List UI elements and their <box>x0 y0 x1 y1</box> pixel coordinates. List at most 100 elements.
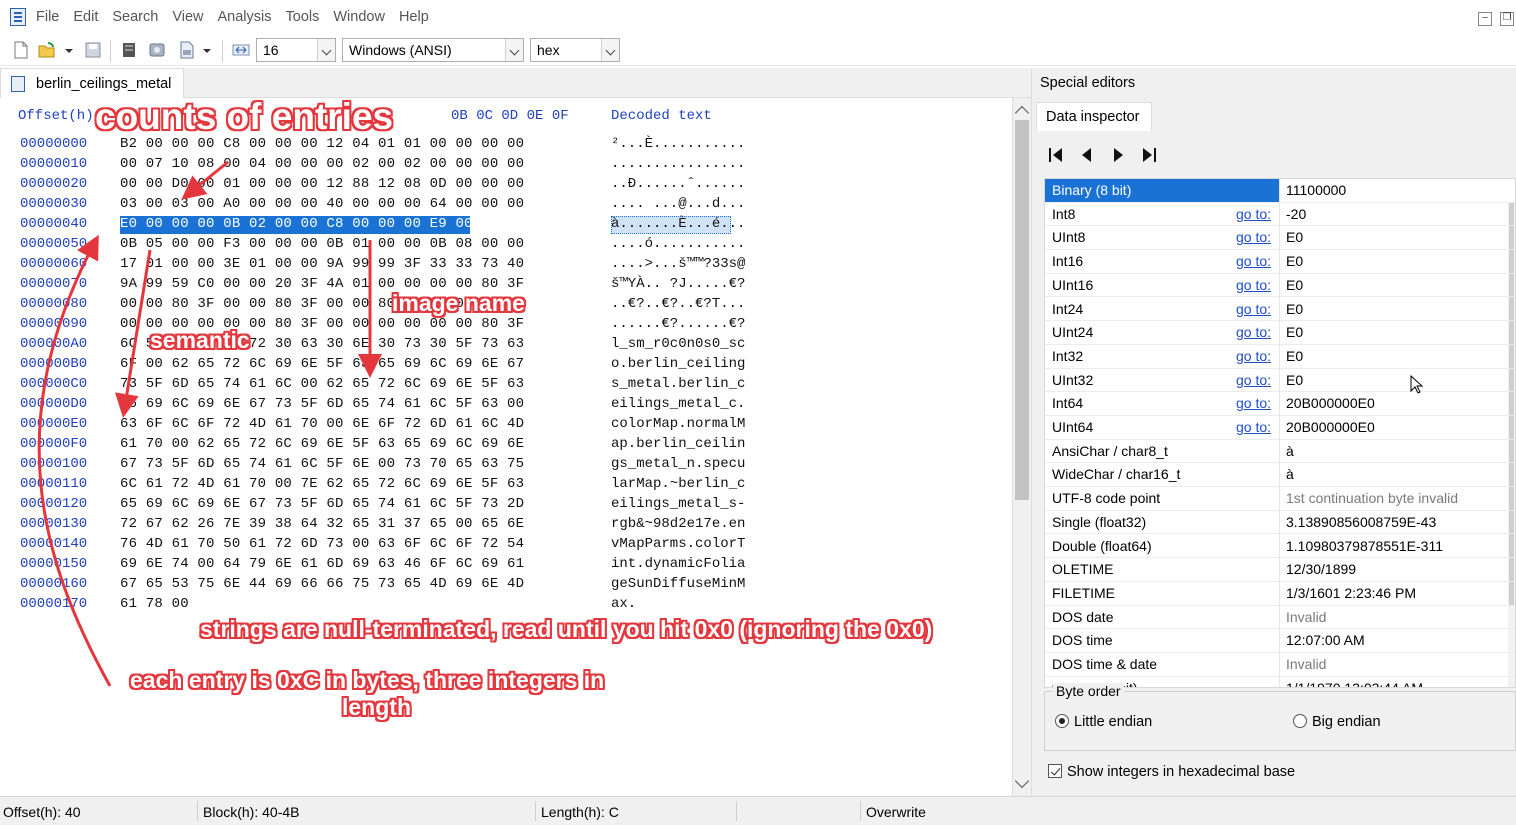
goto-link[interactable]: go to: <box>1236 301 1271 317</box>
row-decoded-text[interactable]: .... ...@...d... <box>611 196 745 212</box>
inspector-row[interactable]: UInt64 go to: 20B000000E0 <box>1045 416 1515 440</box>
open-dropdown-icon[interactable] <box>64 41 74 59</box>
row-decoded-text[interactable]: ²...È........... <box>611 136 745 152</box>
inspector-value[interactable]: à <box>1286 466 1294 482</box>
menu-item[interactable]: Help <box>399 9 429 25</box>
inspector-value[interactable]: -20 <box>1286 206 1306 222</box>
row-decoded-text[interactable]: o.berlin_ceiling <box>611 356 745 372</box>
inspector-row[interactable]: UInt16 go to: E0 <box>1045 273 1515 298</box>
goto-link[interactable]: go to: <box>1236 419 1271 435</box>
menu-item[interactable]: Window <box>333 9 385 25</box>
row-decoded-text[interactable]: colorMap.normalM <box>611 416 745 432</box>
tools-dropdown-icon[interactable] <box>202 41 212 59</box>
row-bytes[interactable]: 69 6E 74 00 64 79 6E 61 6D 69 63 46 6F 6… <box>120 556 524 572</box>
scroll-up-icon[interactable] <box>1014 105 1030 121</box>
inspector-row[interactable]: UInt32 go to: E0 <box>1045 368 1515 393</box>
inspector-value[interactable]: 12/30/1899 <box>1286 561 1356 577</box>
row-bytes[interactable]: 17 01 00 00 3E 01 00 00 9A 99 99 3F 33 3… <box>120 256 524 272</box>
row-decoded-text[interactable]: geSunDiffuseMinM <box>611 576 745 592</box>
little-endian-radio[interactable]: Little endian <box>1055 714 1152 730</box>
previous-icon[interactable] <box>1079 146 1095 164</box>
row-decoded-text[interactable]: eilings_metal_c. <box>611 396 745 412</box>
row-decoded-text[interactable]: ..€?..€?..€?T... <box>611 296 745 312</box>
ram-icon[interactable] <box>120 41 138 59</box>
menu-item[interactable]: Tools <box>286 9 320 25</box>
hex-scrollbar[interactable] <box>1012 98 1031 796</box>
row-bytes[interactable]: 63 6F 6C 6F 72 4D 61 70 00 6E 6F 72 6D 6… <box>120 416 524 432</box>
row-bytes[interactable]: B2 00 00 00 C8 00 00 00 12 04 01 01 00 0… <box>120 136 524 152</box>
data-inspector-grid[interactable]: Binary (8 bit) 11100000 Int8 go to: -20 UInt8… <box>1044 178 1516 688</box>
charset-select[interactable]: Windows (ANSI) <box>342 38 524 62</box>
row-bytes[interactable]: 61 78 00 <box>120 596 189 612</box>
inspector-row[interactable]: DOS date Invalid <box>1045 605 1515 630</box>
last-byte-icon[interactable] <box>1141 146 1157 164</box>
inspector-row[interactable]: FILETIME 1/3/1601 2:23:46 PM <box>1045 581 1515 606</box>
inspector-row[interactable]: Int8 go to: -20 <box>1045 202 1515 227</box>
inspector-row[interactable]: UInt8 go to: E0 <box>1045 226 1515 251</box>
inspector-value[interactable]: E0 <box>1286 372 1303 388</box>
inspector-row[interactable]: OLETIME 12/30/1899 <box>1045 558 1515 583</box>
inspector-row[interactable]: Single (float32) 3.13890856008759E-43 <box>1045 510 1515 535</box>
row-bytes[interactable]: 76 4D 61 70 50 61 72 6D 73 00 63 6F 6C 6… <box>120 536 524 552</box>
new-file-icon[interactable] <box>12 41 30 59</box>
inspector-value[interactable]: 1/1/1970 12:03:44 AM <box>1286 680 1423 687</box>
menu-item[interactable]: File <box>36 9 59 25</box>
inspector-row[interactable]: WideChar / char16_t à <box>1045 463 1515 488</box>
open-folder-icon[interactable] <box>38 41 56 59</box>
inspector-row[interactable]: DOS time & date Invalid <box>1045 653 1515 677</box>
goto-link[interactable]: go to: <box>1236 229 1271 245</box>
row-decoded-text[interactable]: š™YÀ.. ?J.....€? <box>611 276 745 292</box>
goto-link[interactable]: go to: <box>1236 395 1271 411</box>
goto-link[interactable]: go to: <box>1236 372 1271 388</box>
goto-link[interactable]: go to: <box>1236 277 1271 293</box>
row-decoded-text[interactable]: gs_metal_n.specu <box>611 456 745 472</box>
inspector-value[interactable]: Invalid <box>1286 609 1326 625</box>
row-bytes[interactable]: 6F 00 62 65 72 6C 69 6E 5F 63 65 69 6C 6… <box>120 356 524 372</box>
inspector-row[interactable]: Int32 go to: E0 <box>1045 344 1515 369</box>
display-mode-select[interactable]: hex <box>530 38 620 62</box>
row-decoded-text[interactable]: ap.berlin_ceilin <box>611 436 745 452</box>
row-decoded-text[interactable]: ................ <box>611 156 745 172</box>
inspector-value[interactable]: 1/3/1601 2:23:46 PM <box>1286 585 1416 601</box>
inspector-value[interactable]: E0 <box>1286 253 1303 269</box>
inspector-value[interactable]: E0 <box>1286 301 1303 317</box>
row-decoded-text[interactable]: s_metal.berlin_c <box>611 376 745 392</box>
row-decoded-text[interactable]: à.......È...é... <box>611 216 745 232</box>
row-decoded-text[interactable]: ....ó........... <box>611 236 745 252</box>
row-decoded-text[interactable]: ....>...š™™?33s@ <box>611 256 745 272</box>
inspector-row[interactable]: Int64 go to: 20B000000E0 <box>1045 392 1515 417</box>
row-bytes[interactable]: 72 67 62 26 7E 39 38 64 32 65 31 37 65 0… <box>120 516 524 532</box>
inspector-row[interactable]: Int16 go to: E0 <box>1045 250 1515 275</box>
inspector-row[interactable]: Binary (8 bit) 11100000 <box>1045 179 1515 203</box>
row-decoded-text[interactable]: rgb&~98d2e17e.en <box>611 516 745 532</box>
goto-link[interactable]: go to: <box>1236 206 1271 222</box>
inspector-value[interactable]: à <box>1286 443 1294 459</box>
row-decoded-text[interactable]: eilings_metal_s- <box>611 496 745 512</box>
menu-item[interactable]: Analysis <box>218 9 272 25</box>
restore-icon[interactable]: ❐ <box>1500 12 1514 26</box>
tab-berlin-ceilings-metal[interactable]: berlin_ceilings_metal <box>0 68 184 98</box>
inspector-value[interactable]: E0 <box>1286 324 1303 340</box>
inspector-row[interactable]: Double (float64) 1.10980379878551E-311 <box>1045 534 1515 559</box>
row-decoded-text[interactable]: vMapParms.colorT <box>611 536 745 552</box>
inspector-value[interactable]: E0 <box>1286 348 1303 364</box>
disk-icon[interactable] <box>148 41 166 59</box>
inspector-value[interactable]: Invalid <box>1286 656 1326 672</box>
row-bytes[interactable]: 03 00 03 00 A0 00 00 00 40 00 00 00 64 0… <box>120 196 524 212</box>
inspector-value[interactable]: E0 <box>1286 277 1303 293</box>
goto-link[interactable]: go to: <box>1236 348 1271 364</box>
row-bytes[interactable]: 00 07 10 08 00 04 00 00 00 02 00 02 00 0… <box>120 156 524 172</box>
inspector-value[interactable]: E0 <box>1286 229 1303 245</box>
row-bytes[interactable]: 0B 05 00 00 F3 00 00 00 0B 01 00 00 0B 0… <box>120 236 524 252</box>
inspector-value[interactable]: 12:07:00 AM <box>1286 632 1365 648</box>
next-icon[interactable] <box>1110 146 1126 164</box>
inspector-row[interactable]: UTF-8 code point 1st continuation byte in… <box>1045 487 1515 512</box>
inspector-value[interactable]: 1.10980379878551E-311 <box>1286 538 1443 554</box>
inspector-value[interactable]: 20B000000E0 <box>1286 395 1375 411</box>
row-decoded-text[interactable]: ......€?......€? <box>611 316 745 332</box>
inspector-value[interactable]: 3.13890856008759E-43 <box>1286 514 1436 530</box>
bytes-per-row-select[interactable]: 16 <box>256 38 336 62</box>
row-decoded-text[interactable]: int.dynamicFolia <box>611 556 745 572</box>
row-decoded-text[interactable]: ax. <box>611 596 636 612</box>
minimize-icon[interactable]: – <box>1478 12 1492 26</box>
